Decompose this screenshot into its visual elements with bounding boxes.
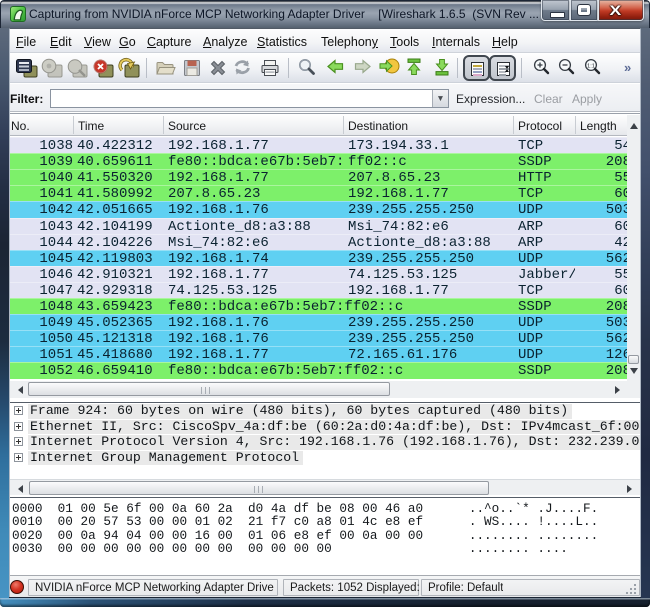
svg-text:»: » [624,60,631,75]
svg-text:1:1: 1:1 [587,63,595,69]
